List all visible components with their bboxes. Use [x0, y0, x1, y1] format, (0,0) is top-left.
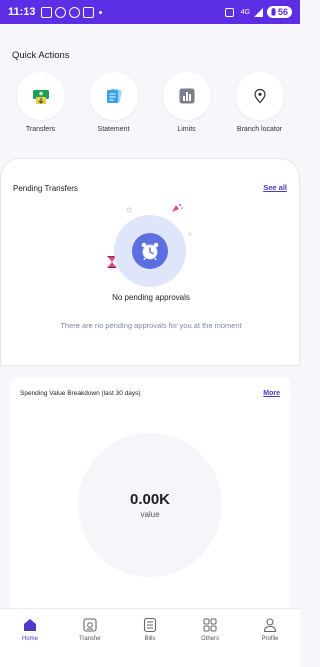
- quick-action-branch-locator-circle: [235, 72, 284, 120]
- more-link[interactable]: More: [263, 390, 280, 397]
- home-icon: [24, 619, 36, 631]
- pending-transfers-title: Pending Transfers: [13, 184, 78, 193]
- spending-total-value: 0.00K: [129, 491, 171, 508]
- nav-label-home: Home: [21, 636, 38, 642]
- quick-action-branch-locator[interactable]: Branch locator: [225, 72, 295, 133]
- quick-action-limits[interactable]: Limits: [152, 72, 222, 133]
- network-type: 4G: [240, 8, 250, 16]
- spending-donut: 0.00K value: [78, 433, 222, 577]
- quick-actions-row: Transfers Statement Limits Branch locato…: [0, 72, 300, 133]
- bottom-navigation: Home Transfer Bills Others Profile: [0, 608, 300, 667]
- decor-dot-icon: [188, 232, 192, 236]
- nav-item-home[interactable]: Home: [5, 617, 55, 642]
- status-bar: 11:13 4G 56: [0, 0, 300, 24]
- quick-action-limits-circle: [162, 72, 211, 120]
- statement-icon: [106, 88, 122, 103]
- bills-icon: [143, 617, 157, 633]
- battery-indicator: 56: [266, 6, 292, 18]
- spending-total-caption: value: [140, 510, 160, 519]
- quick-action-transfers-circle: [16, 72, 65, 120]
- alarm-clock-icon: [141, 242, 159, 261]
- whatsapp-icon: [68, 6, 80, 18]
- quick-action-statement[interactable]: Statement: [79, 72, 149, 133]
- screenshot-icon: [40, 6, 52, 18]
- chat-icon: [54, 6, 66, 18]
- limits-icon: [179, 88, 194, 104]
- party-popper-icon: [172, 204, 183, 212]
- spending-breakdown-card: Spending Value Breakdown (last 30 days) …: [10, 378, 290, 618]
- quick-action-transfers-label: Transfers: [25, 126, 56, 133]
- battery-icon: [271, 8, 276, 16]
- app-screen: 11:13 4G 56 Quick Actions Transfers Stat…: [0, 0, 300, 667]
- transfer-icon: [32, 90, 49, 104]
- empty-state-subtitle: There are no pending approvals for you a…: [60, 321, 242, 330]
- grid-icon: [203, 618, 217, 632]
- quick-action-branch-locator-label: Branch locator: [236, 126, 283, 133]
- quick-action-limits-label: Limits: [177, 126, 196, 133]
- see-all-link[interactable]: See all: [263, 183, 287, 192]
- signal-icon: [253, 7, 263, 17]
- quick-action-statement-circle: [89, 72, 138, 120]
- linkedin-icon: [82, 6, 94, 18]
- quick-action-statement-label: Statement: [97, 126, 130, 133]
- nav-item-bills[interactable]: Bills: [125, 617, 175, 642]
- empty-state-inner-circle: [132, 233, 168, 269]
- nav-label-transfer: Transfer: [78, 636, 102, 642]
- transfer-icon: [83, 618, 97, 632]
- pending-transfers-card: Pending Transfers See all No pending app…: [0, 158, 300, 366]
- nav-item-others[interactable]: Others: [185, 617, 235, 642]
- battery-level: 56: [277, 7, 288, 17]
- quick-action-transfers[interactable]: Transfers: [6, 72, 76, 133]
- nav-label-profile: Profile: [261, 636, 279, 642]
- spending-breakdown-title: Spending Value Breakdown (last 30 days): [20, 390, 141, 397]
- status-right: 4G 56: [224, 6, 292, 18]
- quick-actions-title: Quick Actions: [12, 50, 70, 61]
- notification-dot-icon: [98, 10, 102, 14]
- profile-icon: [263, 618, 277, 633]
- decor-ring-icon: [126, 207, 132, 213]
- mute-icon: [224, 7, 234, 17]
- empty-state-illustration: [114, 215, 186, 287]
- nav-label-bills: Bills: [144, 636, 156, 642]
- nav-item-transfer[interactable]: Transfer: [65, 617, 115, 642]
- empty-state-title: No pending approvals: [112, 293, 190, 302]
- nav-item-profile[interactable]: Profile: [245, 617, 295, 642]
- status-time: 11:13: [8, 6, 36, 18]
- nav-label-others: Others: [200, 636, 219, 642]
- location-pin-icon: [253, 88, 266, 104]
